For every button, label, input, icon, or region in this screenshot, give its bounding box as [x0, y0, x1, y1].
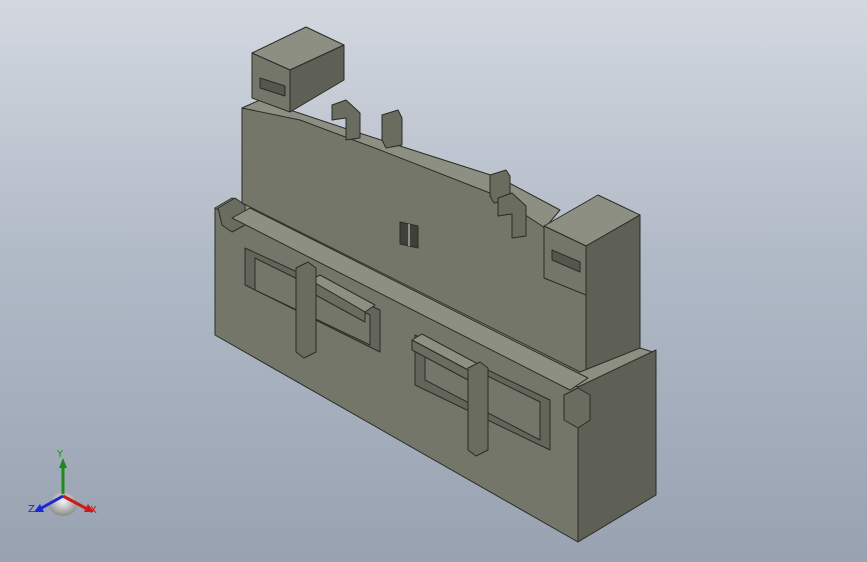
connector-model[interactable]: [0, 0, 867, 562]
3d-viewport[interactable]: Y X Z: [0, 0, 867, 562]
z-axis-label: Z: [28, 504, 35, 515]
right-post-front: [467, 361, 489, 457]
left-post-front: [295, 261, 317, 359]
y-axis-label: Y: [57, 449, 64, 460]
coordinate-triad: Y X Z: [26, 448, 106, 523]
right-end-bracket: [563, 387, 591, 429]
peg-center: [381, 109, 403, 149]
x-axis-label: X: [90, 505, 97, 516]
